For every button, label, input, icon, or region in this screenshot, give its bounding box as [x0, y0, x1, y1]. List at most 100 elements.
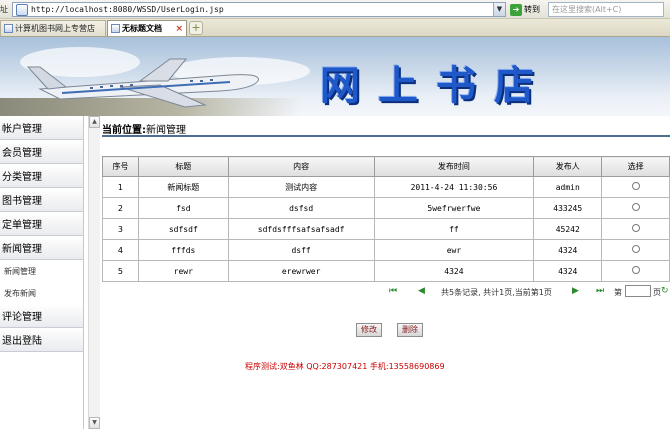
select-radio[interactable] [631, 182, 640, 190]
last-page-icon[interactable]: ⏭ [596, 287, 604, 296]
cell-select [601, 260, 670, 282]
cell-title: fsd [137, 197, 229, 219]
main-content: 当前位置:新闻管理 序号 标题 内容 发布时间 发布人 选择 1 新闻标题 测试… [102, 116, 670, 429]
new-tab-icon[interactable]: + [189, 21, 203, 35]
select-radio[interactable] [631, 245, 640, 253]
cell-content: 测试内容 [227, 176, 375, 198]
vertical-scrollbar[interactable]: ▲ ▼ [88, 116, 100, 429]
select-radio[interactable] [631, 203, 640, 211]
sidebar-item-comments[interactable]: 评论管理 [0, 304, 83, 328]
airplane-image [26, 58, 259, 108]
col-header-content: 内容 [227, 156, 375, 177]
cell-select [601, 218, 670, 240]
cell-author: admin [533, 176, 603, 198]
col-header-title: 标题 [137, 156, 229, 177]
sidebar-item-orders[interactable]: 定单管理 [0, 212, 83, 236]
go-label: 转到 [524, 5, 540, 14]
sidebar-subitem-publish-news[interactable]: 发布新闻 [0, 282, 83, 304]
scroll-down-icon[interactable]: ▼ [89, 417, 100, 429]
cell-no: 5 [102, 260, 139, 282]
cell-content: sdfdsfffsafsafsadf [227, 218, 375, 240]
table-row: 1 新闻标题 测试内容 2011-4-24 11:30:56 admin [102, 176, 670, 198]
tab-label: 计算机图书网上专营店 [15, 24, 95, 33]
cell-content: dsff [227, 239, 375, 261]
cell-title: sdfsdf [137, 218, 229, 240]
page-icon [16, 3, 28, 16]
page-jump-label: 第 [614, 288, 622, 297]
sidebar-item-logout[interactable]: 退出登陆 [0, 328, 83, 352]
go-page-icon[interactable]: ↻ [661, 286, 670, 296]
col-header-select: 选择 [601, 156, 670, 177]
cell-select [601, 176, 670, 198]
pagination: ⏮ ◀ 共5条记录, 共计1页,当前第1页 ▶ ⏭ 第 页 ↻ [102, 285, 670, 299]
breadcrumb: 当前位置:新闻管理 [102, 121, 670, 137]
go-arrow-icon: ➔ [510, 3, 522, 16]
cell-author: 4324 [533, 239, 603, 261]
url-field[interactable]: http://localhost:8080/WSSD/UserLogin.jsp… [12, 2, 506, 17]
cell-time: ff [373, 218, 535, 240]
breadcrumb-label: 当前位置 [102, 125, 142, 136]
cell-content: dsfsd [227, 197, 375, 219]
cell-time: 2011-4-24 11:30:56 [373, 176, 535, 198]
scroll-up-icon[interactable]: ▲ [89, 116, 100, 128]
tab-label: 无标题文档 [122, 24, 162, 33]
table-row: 5 rewr erewrwer 4324 4324 [102, 260, 670, 282]
page-unit-label: 页 [653, 288, 661, 297]
breadcrumb-current: 新闻管理 [146, 125, 186, 136]
page: 址 http://localhost:8080/WSSD/UserLogin.j… [0, 0, 670, 429]
sidebar-item-members[interactable]: 会员管理 [0, 140, 83, 164]
table-row: 4 fffds dsff ewr 4324 [102, 239, 670, 261]
tab-untitled[interactable]: 无标题文档 × [107, 20, 187, 36]
site-banner: 网上书店 [0, 37, 670, 116]
page-number-input[interactable] [625, 285, 651, 297]
address-toolbar: 址 http://localhost:8080/WSSD/UserLogin.j… [0, 0, 670, 19]
edit-button[interactable]: 修改 [356, 323, 382, 337]
next-page-icon[interactable]: ▶ [572, 287, 579, 296]
tab-bar: 计算机图书网上专营店 无标题文档 × + [0, 19, 670, 37]
page-icon [111, 24, 120, 33]
close-icon[interactable]: × [175, 24, 183, 34]
cell-no: 3 [102, 218, 139, 240]
select-radio[interactable] [631, 266, 640, 274]
first-page-icon[interactable]: ⏮ [389, 287, 397, 296]
col-header-no: 序号 [102, 156, 139, 177]
cell-select [601, 239, 670, 261]
sidebar-item-books[interactable]: 图书管理 [0, 188, 83, 212]
prev-page-icon[interactable]: ◀ [418, 287, 425, 296]
cell-no: 4 [102, 239, 139, 261]
col-header-author: 发布人 [533, 156, 603, 177]
cell-title: fffds [137, 239, 229, 261]
page-icon [4, 24, 13, 33]
cell-time: 4324 [373, 260, 535, 282]
sidebar: 帐户管理 会员管理 分类管理 图书管理 定单管理 新闻管理 新闻管理 发布新闻 … [0, 116, 84, 429]
table-header-row: 序号 标题 内容 发布时间 发布人 选择 [102, 156, 670, 177]
table-row: 3 sdfsdf sdfdsfffsafsafsadf ff 45242 [102, 218, 670, 240]
cell-author: 45242 [533, 218, 603, 240]
cell-time: 5wefrwerfwe [373, 197, 535, 219]
news-table: 序号 标题 内容 发布时间 发布人 选择 1 新闻标题 测试内容 2011-4-… [102, 156, 670, 282]
footer-text: 程序测试:双鱼林 QQ:287307421 手机:13558690869 [245, 362, 445, 371]
cell-no: 1 [102, 176, 139, 198]
col-header-time: 发布时间 [373, 156, 535, 177]
pagination-info: 共5条记录, 共计1页,当前第1页 [441, 288, 552, 297]
cell-content: erewrwer [227, 260, 375, 282]
cell-time: ewr [373, 239, 535, 261]
table-row: 2 fsd dsfsd 5wefrwerfwe 433245 [102, 197, 670, 219]
cell-select [601, 197, 670, 219]
sidebar-item-news[interactable]: 新闻管理 [0, 236, 83, 260]
select-radio[interactable] [631, 224, 640, 232]
go-button[interactable]: ➔ 转到 [510, 2, 546, 17]
site-logo: 网上书店 [320, 62, 552, 109]
sidebar-item-accounts[interactable]: 帐户管理 [0, 116, 83, 140]
sidebar-item-categories[interactable]: 分类管理 [0, 164, 83, 188]
cell-title: rewr [137, 260, 229, 282]
tab-bookstore[interactable]: 计算机图书网上专营店 [0, 20, 106, 36]
search-input[interactable]: 在这里搜索(Alt+C) [548, 2, 664, 17]
cell-title: 新闻标题 [137, 176, 229, 198]
cell-author: 433245 [533, 197, 603, 219]
cell-no: 2 [102, 197, 139, 219]
chevron-down-icon[interactable]: ▼ [493, 3, 505, 16]
sidebar-subitem-news-manage[interactable]: 新闻管理 [0, 260, 83, 282]
address-label: 址 [0, 5, 8, 14]
delete-button[interactable]: 删除 [397, 323, 423, 337]
